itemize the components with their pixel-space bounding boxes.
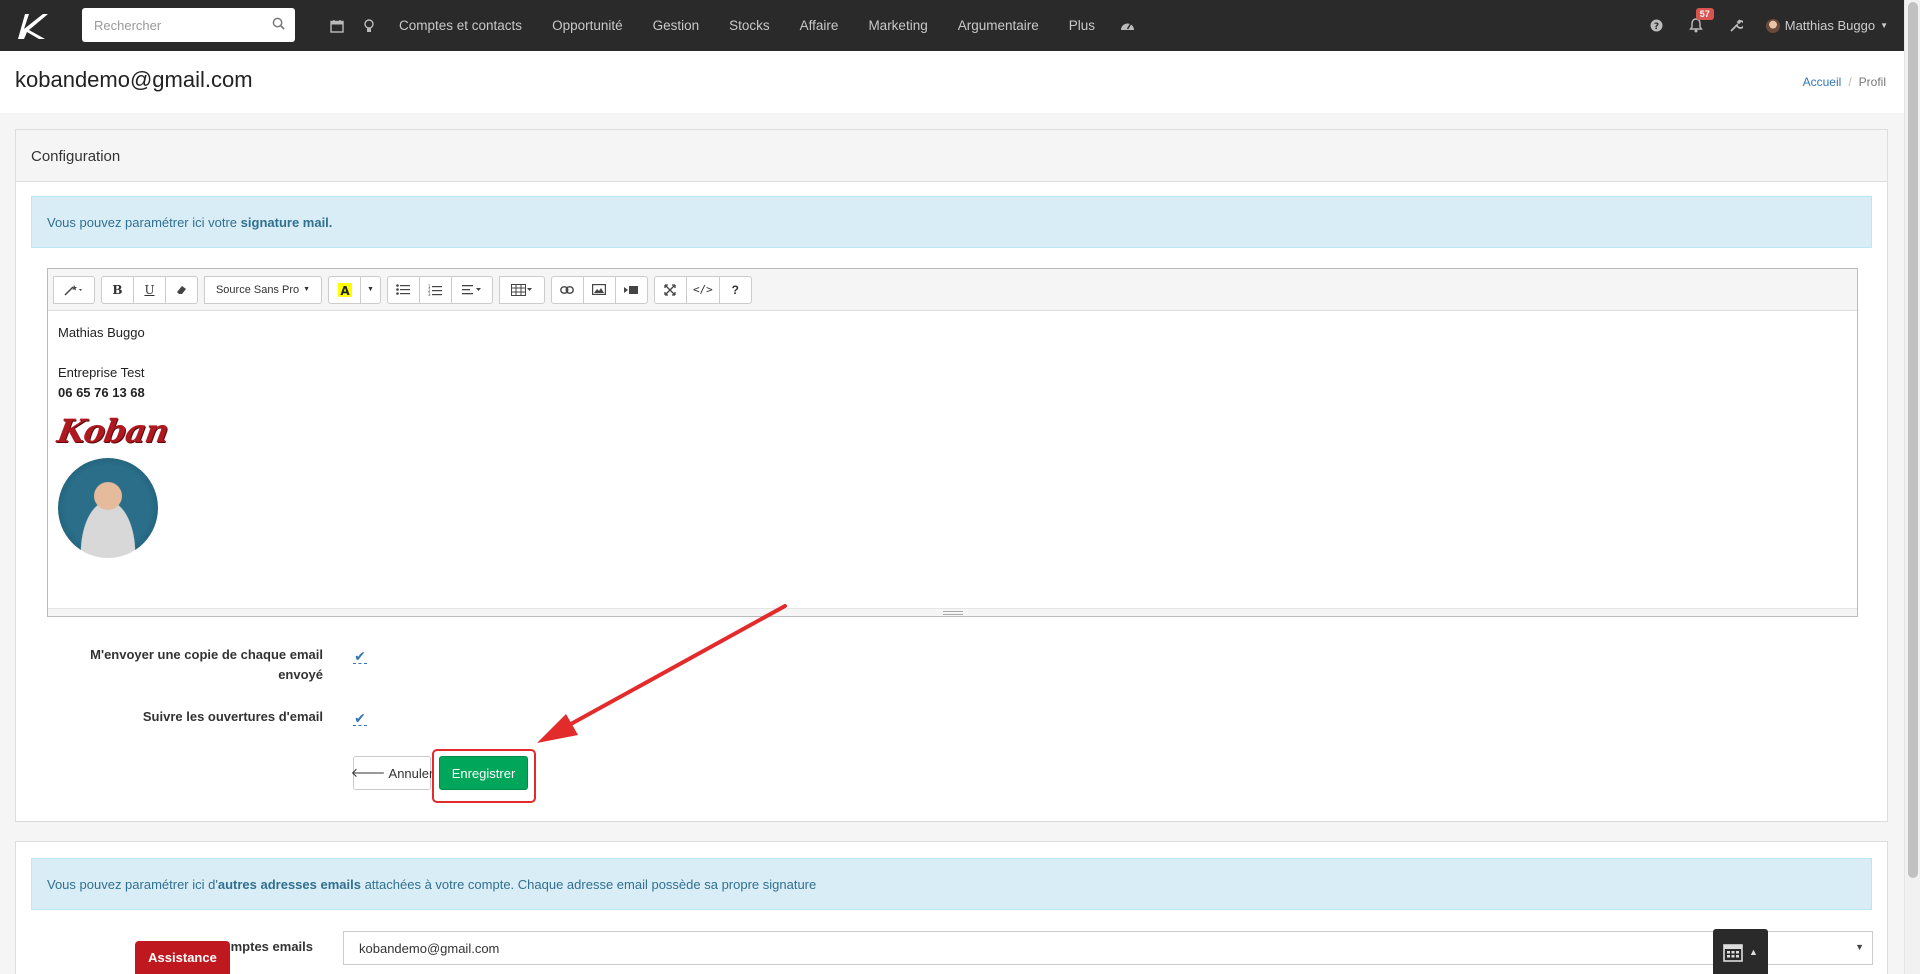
editor-toolbar: B U Source Sans Pro ▼ A ▼ 1 2 3 </> ? xyxy=(48,269,1857,311)
menu-gestion[interactable]: Gestion xyxy=(638,18,715,33)
magic-style-icon[interactable] xyxy=(53,275,95,304)
menu-plus[interactable]: Plus xyxy=(1054,18,1110,33)
breadcrumb-separator: / xyxy=(1848,75,1852,89)
video-icon[interactable] xyxy=(614,275,648,304)
search-box[interactable]: Rechercher xyxy=(82,8,295,42)
svg-text:3: 3 xyxy=(428,292,431,296)
caret-down-icon: ▼ xyxy=(303,286,311,293)
signature-editor: B U Source Sans Pro ▼ A ▼ 1 2 3 </> ? Ma… xyxy=(47,268,1858,617)
underline-icon[interactable]: U xyxy=(133,275,166,304)
page-scrollbar[interactable] xyxy=(1904,0,1920,974)
dashboard-icon[interactable] xyxy=(1110,19,1145,32)
signature-name: Mathias Buggo xyxy=(58,325,145,340)
signature-company: Entreprise Test xyxy=(58,365,145,380)
font-family-label: Source Sans Pro xyxy=(215,283,300,296)
signature-info-alert: Vous pouvez paramétrer ici votre signatu… xyxy=(31,196,1872,248)
page-header: kobandemo@gmail.com Accueil / Profil xyxy=(0,51,1904,113)
bullet-list-icon[interactable] xyxy=(386,275,420,304)
numbered-list-icon[interactable]: 123 xyxy=(418,275,452,304)
link-icon[interactable] xyxy=(550,275,584,304)
copy-email-checkbox[interactable]: ✔ xyxy=(353,648,367,664)
accounts-emails-label: mptes emails xyxy=(230,939,313,954)
table-icon[interactable] xyxy=(498,275,545,304)
menu-stocks[interactable]: Stocks xyxy=(714,18,785,33)
menu-marketing[interactable]: Marketing xyxy=(853,18,942,33)
calendar-widget[interactable]: ▲ xyxy=(1713,929,1768,974)
svg-text:A: A xyxy=(340,284,350,297)
arrow-left-icon: 🡐 xyxy=(350,765,386,780)
koban-logo-icon[interactable] xyxy=(0,0,66,51)
main-menu: Comptes et contacts Opportunité Gestion … xyxy=(320,0,1145,51)
fullscreen-icon[interactable] xyxy=(653,275,687,304)
help-question-icon[interactable]: ? xyxy=(718,275,752,304)
scroll-thumb[interactable] xyxy=(1908,2,1918,878)
help-icon[interactable]: ? xyxy=(1637,19,1676,32)
breadcrumb-home-link[interactable]: Accueil xyxy=(1803,75,1842,89)
code-view-icon[interactable]: </> xyxy=(685,275,720,304)
select-value: kobandemo@gmail.com xyxy=(359,940,500,956)
search-input[interactable]: Rechercher xyxy=(94,18,272,33)
text-color-icon[interactable]: A xyxy=(328,275,361,304)
lightbulb-icon[interactable] xyxy=(354,18,384,33)
eraser-icon[interactable] xyxy=(165,275,198,304)
profile-photo xyxy=(58,458,158,558)
font-family-select[interactable]: Source Sans Pro ▼ xyxy=(204,275,322,304)
signature-phone: 06 65 76 13 68 xyxy=(58,385,145,400)
align-icon[interactable] xyxy=(450,275,493,304)
notification-badge: 57 xyxy=(1695,8,1714,20)
editor-content[interactable]: Mathias Buggo Entreprise Test 06 65 76 1… xyxy=(48,311,1857,570)
email-account-select[interactable]: kobandemo@gmail.com ▼ xyxy=(343,931,1873,965)
track-opens-checkbox[interactable]: ✔ xyxy=(353,710,367,726)
image-icon[interactable] xyxy=(582,275,616,304)
menu-argumentaire[interactable]: Argumentaire xyxy=(943,18,1054,33)
caret-down-icon: ▼ xyxy=(1855,942,1864,952)
search-icon[interactable] xyxy=(272,17,285,33)
text-color-dropdown-icon[interactable]: ▼ xyxy=(360,275,381,304)
wrench-icon[interactable] xyxy=(1716,18,1756,33)
copy-email-label: M'envoyer une copie de chaque email envoy… xyxy=(90,647,323,682)
avatar xyxy=(1765,18,1780,33)
alert-text: Vous pouvez paramétrer ici votre signatu… xyxy=(47,214,333,230)
panel-heading: Configuration xyxy=(16,130,1887,182)
breadcrumb: Accueil / Profil xyxy=(1803,75,1886,89)
top-navbar: Rechercher Comptes et contacts Opportuni… xyxy=(0,0,1904,51)
breadcrumb-current: Profil xyxy=(1858,75,1886,89)
alert-text-2: Vous pouvez paramétrer ici d'autres adre… xyxy=(47,876,817,892)
calendar-icon xyxy=(1723,943,1743,962)
user-menu[interactable]: Matthias Buggo ▼ xyxy=(1756,18,1888,33)
cancel-button[interactable]: 🡐 Annuler xyxy=(350,756,433,790)
other-emails-info-alert: Vous pouvez paramétrer ici d'autres adre… xyxy=(31,858,1872,910)
chevron-down-icon: ▼ xyxy=(1880,21,1888,30)
menu-opportunite[interactable]: Opportunité xyxy=(537,18,638,33)
bold-icon[interactable]: B xyxy=(101,275,134,304)
menu-affaire[interactable]: Affaire xyxy=(785,18,854,33)
grip-icon xyxy=(942,611,963,615)
notifications-bell-icon[interactable]: 57 xyxy=(1676,8,1716,33)
highlight-annotation xyxy=(432,749,536,803)
track-opens-label: Suivre les ouvertures d'email xyxy=(142,709,323,724)
navbar-right: ? 57 Matthias Buggo ▼ xyxy=(1637,0,1888,51)
calendar-icon[interactable] xyxy=(320,19,354,33)
user-name: Matthias Buggo xyxy=(1784,18,1876,33)
chevron-up-icon: ▲ xyxy=(1749,946,1758,957)
page-title: kobandemo@gmail.com xyxy=(15,67,253,92)
editor-resize-handle[interactable] xyxy=(48,608,1857,616)
svg-text:?: ? xyxy=(1654,22,1659,32)
menu-comptes-contacts[interactable]: Comptes et contacts xyxy=(384,18,537,33)
assistance-button[interactable]: Assistance xyxy=(135,941,230,974)
koban-signature-logo: Koban xyxy=(54,412,172,450)
